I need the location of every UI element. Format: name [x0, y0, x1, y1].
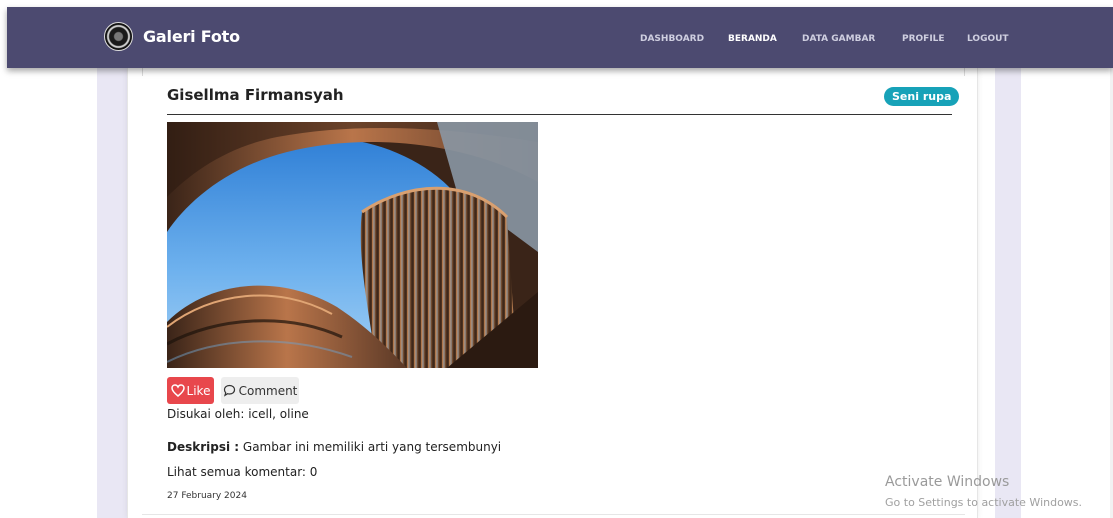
description: Deskripsi : Gambar ini memiliki arti yan…	[167, 440, 501, 454]
navbar: Galeri Foto DASHBOARD BERANDA DATA GAMBA…	[7, 7, 1113, 68]
activation-watermark-title: Activate Windows	[885, 474, 1010, 490]
post-photo[interactable]	[167, 122, 538, 368]
post-author: Gisellma Firmansyah	[167, 86, 344, 104]
heart-icon	[170, 384, 185, 397]
nav-dashboard[interactable]: DASHBOARD	[640, 33, 704, 45]
card-bottom-divider	[142, 514, 965, 515]
card-inner-border	[142, 68, 965, 76]
speech-bubble-icon	[223, 384, 236, 397]
nav-data-gambar[interactable]: DATA GAMBAR	[802, 33, 875, 45]
activation-watermark-subtitle: Go to Settings to activate Windows.	[885, 496, 1083, 509]
comment-label: Comment	[238, 383, 298, 398]
category-badge: Seni rupa	[884, 87, 960, 106]
nav-beranda[interactable]: BERANDA	[728, 33, 777, 45]
description-text: Gambar ini memiliki arti yang tersembuny…	[239, 440, 502, 454]
page-background-left	[97, 68, 127, 518]
nav-logout[interactable]: LOGOUT	[967, 33, 1009, 45]
post-date: 27 February 2024	[167, 491, 247, 501]
like-button[interactable]: Like	[167, 377, 214, 404]
nav-profile[interactable]: PROFILE	[902, 33, 945, 45]
description-label: Deskripsi :	[167, 440, 240, 454]
page-background-right	[995, 68, 1021, 518]
top-border	[0, 0, 1113, 7]
title-divider	[167, 114, 952, 115]
nav-menu: DASHBOARD BERANDA DATA GAMBAR PROFILE LO…	[7, 33, 1113, 45]
comment-button[interactable]: Comment	[221, 377, 299, 404]
liked-by-text: Disukai oleh: icell, oline	[167, 407, 309, 421]
like-label: Like	[186, 383, 211, 398]
building-photo	[167, 122, 538, 368]
view-comments-link[interactable]: Lihat semua komentar: 0	[167, 465, 317, 479]
